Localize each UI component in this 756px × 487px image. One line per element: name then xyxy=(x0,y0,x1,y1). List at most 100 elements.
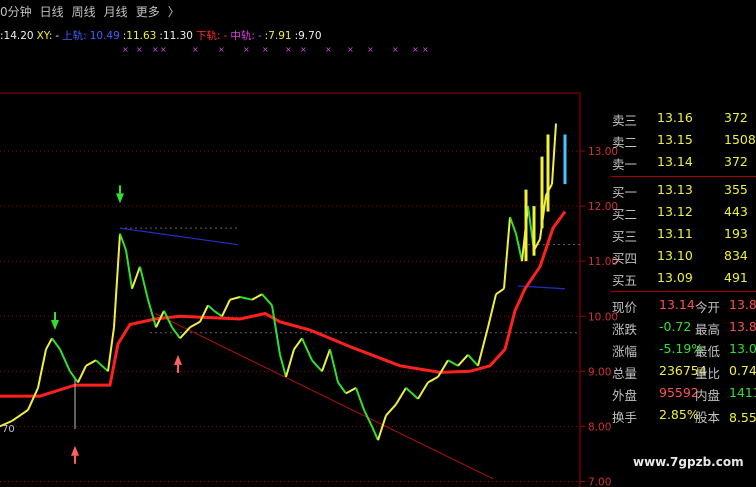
sell-row: 卖二 13.15 1508 xyxy=(611,130,756,150)
stat-label: 外盘 xyxy=(612,388,638,403)
price-segment xyxy=(279,354,287,378)
stat-label: 股本 xyxy=(695,410,721,425)
arrow-stem xyxy=(54,312,56,321)
price-segment xyxy=(113,233,121,328)
stat-value: 2.85% xyxy=(659,407,699,422)
price-segment xyxy=(487,293,497,328)
price-segment xyxy=(207,304,215,312)
y-tick-label: 8.00 xyxy=(588,421,611,433)
stat-row: 换手 2.85%股本 8.55亿 xyxy=(611,405,756,425)
cross-marker-icon: × xyxy=(152,45,159,54)
order-volume: 443 xyxy=(724,204,748,219)
stat-row: 现价 13.14今开 13.80 xyxy=(611,295,756,315)
order-label: 买四 xyxy=(612,251,638,266)
order-label: 买五 xyxy=(612,273,638,288)
order-label: 卖二 xyxy=(612,135,638,150)
arrow-stem xyxy=(74,455,76,464)
arrow-stem xyxy=(119,185,121,194)
quote-panel: 卖三 13.16 372 卖二 13.15 1508 卖一 13.14 372 买一 13.13 35… xyxy=(611,108,756,487)
price-segment xyxy=(377,415,387,441)
cross-marker-icon: × xyxy=(122,45,129,54)
cross-marker-icon: × xyxy=(392,45,399,54)
price-segment xyxy=(189,320,201,329)
buy-row: 买四 13.10 834 xyxy=(611,246,756,266)
price-segment xyxy=(477,327,489,367)
price-segment xyxy=(147,299,157,328)
order-price: 13.12 xyxy=(657,204,693,219)
stat-value: 0.74 xyxy=(729,363,756,378)
price-segment xyxy=(551,123,557,185)
price-segment xyxy=(329,349,339,383)
price-segment xyxy=(437,359,449,378)
price-segment xyxy=(285,349,295,378)
price-segment xyxy=(467,354,479,367)
price-segment xyxy=(311,359,323,372)
up-arrow-icon xyxy=(71,445,79,456)
price-segment xyxy=(427,376,439,384)
sell-row: 卖一 13.14 372 xyxy=(611,152,756,172)
price-segment xyxy=(447,359,459,367)
price-segment xyxy=(515,233,523,262)
candle-bar xyxy=(524,189,528,262)
buy-row: 买三 13.11 193 xyxy=(611,224,756,244)
price-segment xyxy=(457,354,469,367)
order-price: 13.14 xyxy=(657,154,693,169)
price-segment xyxy=(139,266,149,300)
stat-value: 13.80 xyxy=(729,297,756,312)
candle-bar xyxy=(540,156,544,229)
candle-bar xyxy=(563,134,567,185)
stat-value: 13.07 xyxy=(729,341,756,356)
stat-label: 量比 xyxy=(695,366,721,381)
stat-row: 涨跌 -0.72最高 13.80 xyxy=(611,317,756,337)
cross-marker-icon: × xyxy=(325,45,332,54)
price-segment xyxy=(385,403,397,417)
price-segment xyxy=(405,387,419,400)
order-label: 买三 xyxy=(612,229,638,244)
candle-bar xyxy=(532,206,536,256)
sell-row: 卖三 13.16 372 xyxy=(611,108,756,128)
order-volume: 372 xyxy=(724,110,748,125)
stat-value: 95592 xyxy=(659,385,699,400)
channel-line-left xyxy=(119,227,239,246)
stat-row: 外盘 95592内盘 141162 xyxy=(611,383,756,403)
stat-value: 8.55亿 xyxy=(729,410,756,425)
order-label: 买一 xyxy=(612,185,638,200)
order-volume: 834 xyxy=(724,248,748,263)
cross-marker-icon: × xyxy=(422,45,429,54)
price-segment xyxy=(337,381,347,394)
price-segment xyxy=(95,359,109,373)
cross-marker-icon: × xyxy=(192,45,199,54)
stat-row: 总量 236754 量比 0.74 xyxy=(611,361,756,381)
order-label: 买二 xyxy=(612,207,638,222)
divider xyxy=(611,291,756,292)
order-price: 13.16 xyxy=(657,110,693,125)
downtrend-line xyxy=(154,313,494,480)
cross-marker-icon: × xyxy=(262,45,269,54)
price-segment xyxy=(355,387,365,411)
cross-marker-icon: × xyxy=(300,45,307,54)
cross-marker-icon: × xyxy=(160,45,167,54)
down-arrow-icon xyxy=(116,193,124,204)
stat-value: 141162 xyxy=(729,385,756,400)
stat-label: 换手 xyxy=(612,410,638,425)
price-segment xyxy=(495,287,505,296)
y-tick-label: 7.00 xyxy=(588,476,611,487)
price-segment xyxy=(45,337,53,350)
stat-row: 涨幅-5.19%最低13.07 xyxy=(611,339,756,359)
candle-bar xyxy=(546,134,550,212)
order-volume: 355 xyxy=(724,182,748,197)
buy-row: 买五 13.09 491 xyxy=(611,268,756,288)
cross-marker-icon: × xyxy=(285,45,292,54)
stat-value: -0.72 xyxy=(659,319,692,334)
order-price: 13.15 xyxy=(657,132,693,147)
watermark: www.7gpzb.com xyxy=(633,455,744,469)
price-segment xyxy=(395,387,407,405)
price-segment xyxy=(293,337,303,350)
order-price: 13.09 xyxy=(657,270,693,285)
order-price: 13.10 xyxy=(657,248,693,263)
price-segment xyxy=(221,299,231,317)
order-label: 卖一 xyxy=(612,157,638,172)
cross-marker-icon: × xyxy=(243,45,250,54)
buy-row: 买一 13.13 355 xyxy=(611,180,756,200)
order-volume: 193 xyxy=(724,226,748,241)
